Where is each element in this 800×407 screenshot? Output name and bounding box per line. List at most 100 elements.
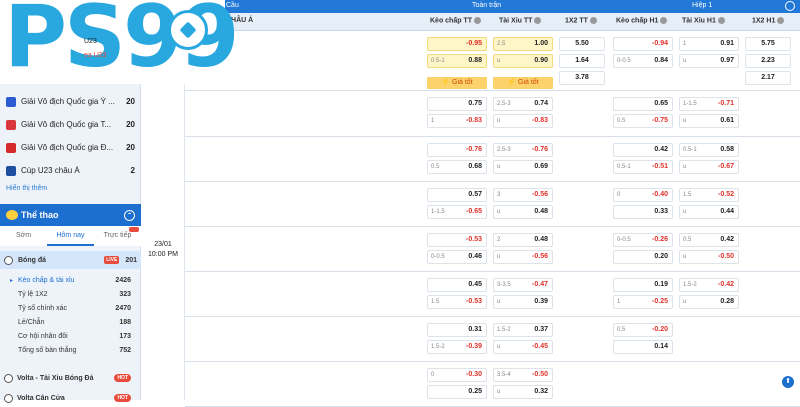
info-icon[interactable] — [717, 17, 725, 24]
odds-cell[interactable]: 0.5 -0.75 — [613, 114, 673, 128]
odds-cell[interactable]: 0.5 -0.20 — [613, 323, 673, 337]
bet-type-item[interactable]: Tỷ số chính xác 2470 — [0, 301, 141, 315]
odds-cell[interactable]: u -0.56 — [493, 250, 553, 264]
bet-type-item[interactable]: Tỷ lệ 1X2 323 — [0, 287, 141, 301]
odds-cell[interactable]: 1-1.5 -0.65 — [427, 205, 487, 219]
odds-cell[interactable]: 0.45 — [427, 278, 487, 292]
col-1x2-ft-label: 1X2 TT — [565, 17, 588, 25]
odds-cell[interactable]: 0.31 — [427, 323, 487, 337]
odds-cell[interactable]: u -0.45 — [493, 340, 553, 354]
odds-cell[interactable]: -0.94 — [613, 37, 673, 51]
scroll-top-button[interactable]: ⬆ — [782, 376, 794, 388]
odds-cell[interactable]: u 0.97 — [679, 54, 739, 68]
odds-cell[interactable]: 2.5-3 -0.76 — [493, 143, 553, 157]
odds-cell[interactable]: 0.14 — [613, 340, 673, 354]
odds-cell[interactable]: u 0.32 — [493, 385, 553, 399]
odds-cell[interactable]: 2.5-3 0.74 — [493, 97, 553, 111]
info-icon[interactable] — [534, 17, 542, 24]
info-icon[interactable] — [589, 17, 597, 24]
tab-today[interactable]: Hôm nay — [47, 226, 94, 246]
odds-cell[interactable]: 1.5-2 -0.39 — [427, 340, 487, 354]
odds-cell[interactable]: 0.5-1 0.58 — [679, 143, 739, 157]
odds-cell-1x2[interactable]: 3.78 — [559, 71, 605, 85]
odds-cell[interactable]: 1 -0.83 — [427, 114, 487, 128]
odds-cell[interactable]: 3 -0.56 — [493, 188, 553, 202]
odds-cell[interactable]: 1-1.5 -0.71 — [679, 97, 739, 111]
odds-cell[interactable]: 3.5-4 -0.50 — [493, 368, 553, 382]
odds-cell[interactable]: 0 -0.30 — [427, 368, 487, 382]
soccer-ball-icon — [168, 10, 208, 50]
league-item[interactable]: Giải Vô địch Quốc gia Đ... 20 — [0, 136, 141, 159]
odds-cell[interactable]: 0.5-1 0.88 — [427, 54, 487, 68]
odds-cell-1x2-h1[interactable]: 2.17 — [745, 71, 791, 85]
odds-cell[interactable]: 2 0.48 — [493, 233, 553, 247]
col-ou-ft: Tài Xỉu TT — [499, 17, 542, 24]
odds-cell[interactable]: -0.76 — [427, 143, 487, 157]
odds-handicap: 0.5 — [617, 118, 626, 124]
bet-type-item[interactable]: Lẻ/Chẵn 188 — [0, 315, 141, 329]
odds-cell[interactable]: 1.5 -0.53 — [427, 295, 487, 309]
odds-cell[interactable]: 1 0.91 — [679, 37, 739, 51]
sport-football[interactable]: Bóng đá LIVE 201 — [0, 251, 141, 269]
odds-cell[interactable]: u -0.83 — [493, 114, 553, 128]
odds-cell[interactable]: 0.75 — [427, 97, 487, 111]
odds-cell-1x2-h1[interactable]: 5.75 — [745, 37, 791, 51]
bet-type-item[interactable]: Cơ hội nhân đôi 173 — [0, 329, 141, 343]
odds-cell[interactable]: 0.25 — [427, 385, 487, 399]
odds-cell[interactable]: u 0.61 — [679, 114, 739, 128]
tab-live[interactable]: Trực tiếp — [94, 226, 141, 246]
odds-cell-1x2[interactable]: 5.50 — [559, 37, 605, 51]
best-price-button[interactable]: ⚡ Giá tốt — [427, 77, 487, 89]
info-icon[interactable] — [474, 17, 482, 24]
odds-cell-1x2[interactable]: 1.64 — [559, 54, 605, 68]
bet-type-item[interactable]: ▸ Kèo chấp & tài xỉu 2426 — [0, 273, 141, 287]
bet-type-item[interactable]: Tổng số bàn thắng 752 — [0, 343, 141, 357]
odds-cell[interactable]: 0.42 — [613, 143, 673, 157]
odds-cell[interactable]: 0.33 — [613, 205, 673, 219]
odds-cell[interactable]: u 0.44 — [679, 205, 739, 219]
odds-cell[interactable]: 1 -0.25 — [613, 295, 673, 309]
odds-cell[interactable]: u 0.28 — [679, 295, 739, 309]
odds-cell[interactable]: -0.95 — [427, 37, 487, 51]
odds-cell[interactable]: 0-0.5 -0.26 — [613, 233, 673, 247]
odds-cell[interactable]: 0.5 0.68 — [427, 160, 487, 174]
volta-handicap-item[interactable]: Volta Cân Cửa HOT — [0, 389, 141, 407]
odds-cell[interactable]: 0 -0.40 — [613, 188, 673, 202]
odds-value: 0.19 — [654, 281, 668, 288]
odds-handicap: u — [683, 118, 687, 124]
collapse-icon[interactable]: ⌃ — [124, 209, 135, 221]
odds-cell[interactable]: 3-3.5 -0.47 — [493, 278, 553, 292]
league-item[interactable]: Cúp U23 châu Á 2 — [0, 159, 141, 182]
odds-cell[interactable]: 1.5-2 -0.42 — [679, 278, 739, 292]
league-item[interactable]: Giải Vô địch Quốc gia T... 20 — [0, 113, 141, 136]
odds-cell[interactable]: u 0.69 — [493, 160, 553, 174]
odds-cell[interactable]: u 0.48 — [493, 205, 553, 219]
odds-cell[interactable]: 2.5 1.00 — [493, 37, 553, 51]
volta-ou-item[interactable]: Volta - Tài Xỉu Bóng Đá HOT — [0, 369, 141, 387]
odds-handicap: 0.5 — [617, 327, 626, 333]
odds-cell[interactable]: -0.53 — [427, 233, 487, 247]
odds-cell[interactable]: 0.20 — [613, 250, 673, 264]
best-price-button[interactable]: ⚡ Giá tốt — [493, 77, 553, 89]
odds-cell[interactable]: 0.5-1 -0.51 — [613, 160, 673, 174]
sports-header[interactable]: Thể thao ⌃ — [0, 204, 141, 226]
odds-cell[interactable]: u 0.39 — [493, 295, 553, 309]
odds-cell-1x2-h1[interactable]: 2.23 — [745, 54, 791, 68]
odds-cell[interactable]: 0.65 — [613, 97, 673, 111]
info-icon[interactable] — [777, 17, 785, 24]
odds-cell[interactable]: u -0.50 — [679, 250, 739, 264]
odds-cell[interactable]: 0.5 0.42 — [679, 233, 739, 247]
show-more-link[interactable]: Hiển thị thêm — [6, 185, 47, 192]
odds-cell[interactable]: 0-0.5 0.84 — [613, 54, 673, 68]
odds-cell[interactable]: u 0.90 — [493, 54, 553, 68]
odds-cell[interactable]: u -0.67 — [679, 160, 739, 174]
tab-early[interactable]: Sớm — [0, 226, 47, 246]
odds-cell[interactable]: 0.19 — [613, 278, 673, 292]
league-item[interactable]: Giải Vô địch Quốc gia Ý ... 20 — [0, 90, 141, 113]
odds-cell[interactable]: 1.5 -0.52 — [679, 188, 739, 202]
odds-cell[interactable]: 1.5-2 0.37 — [493, 323, 553, 337]
refresh-icon[interactable] — [785, 1, 795, 11]
odds-cell[interactable]: 0-0.5 0.46 — [427, 250, 487, 264]
info-icon[interactable] — [660, 17, 668, 24]
odds-cell[interactable]: 0.57 — [427, 188, 487, 202]
